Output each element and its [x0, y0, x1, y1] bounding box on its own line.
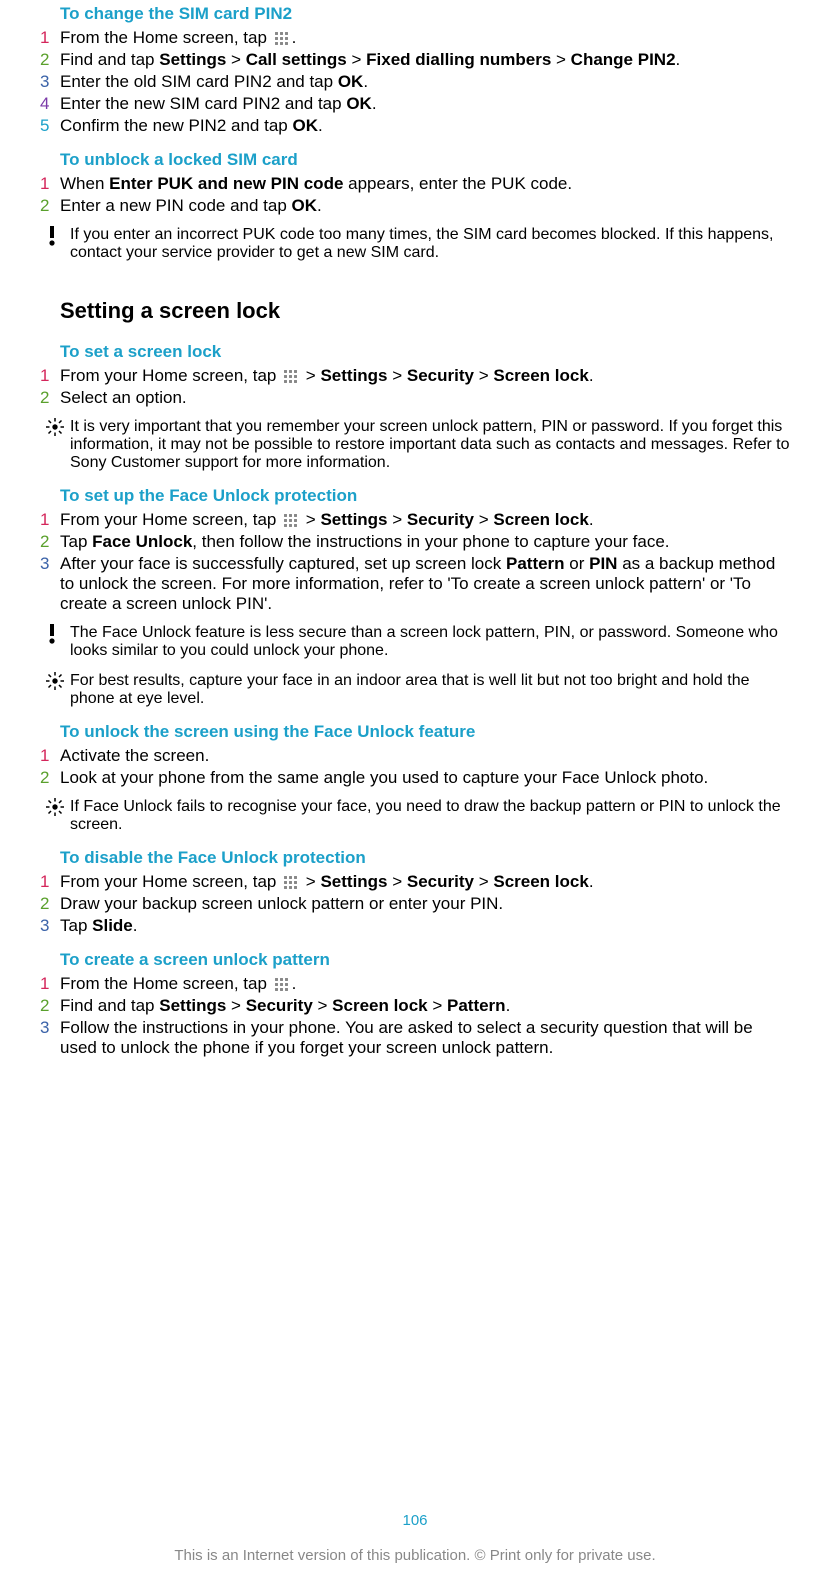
warning-face-unlock: The Face Unlock feature is less secure t…	[40, 624, 790, 660]
step-text: When Enter PUK and new PIN code appears,…	[60, 174, 790, 194]
main-heading: Setting a screen lock	[60, 298, 790, 324]
apps-grid-icon	[283, 513, 299, 529]
step-text: Enter the new SIM card PIN2 and tap OK.	[60, 94, 790, 114]
apps-grid-icon	[283, 369, 299, 385]
tip-text: If Face Unlock fails to recognise your f…	[70, 798, 790, 834]
tip-unlock-face: If Face Unlock fails to recognise your f…	[40, 798, 790, 834]
step-text: Activate the screen.	[60, 746, 790, 766]
step-row: 3Tap Slide.	[40, 916, 790, 936]
step-row: 1When Enter PUK and new PIN code appears…	[40, 174, 790, 194]
step-text: Enter the old SIM card PIN2 and tap OK.	[60, 72, 790, 92]
page-number: 106	[0, 1512, 830, 1529]
step-number: 3	[40, 72, 60, 92]
apps-grid-icon	[283, 875, 299, 891]
step-text: Follow the instructions in your phone. Y…	[60, 1018, 790, 1058]
section-set-screen-lock: To set a screen lock 1From your Home scr…	[40, 342, 790, 472]
step-row: 2Tap Face Unlock, then follow the instru…	[40, 532, 790, 552]
step-row: 3After your face is successfully capture…	[40, 554, 790, 614]
step-text: After your face is successfully captured…	[60, 554, 790, 614]
page-footer: 106 This is an Internet version of this …	[0, 1512, 830, 1564]
step-number: 5	[40, 116, 60, 136]
section-disable-face: To disable the Face Unlock protection 1F…	[40, 848, 790, 936]
warning-text: If you enter an incorrect PUK code too m…	[70, 226, 790, 262]
step-number: 3	[40, 916, 60, 936]
footer-text: This is an Internet version of this publ…	[0, 1547, 830, 1564]
step-row: 2Enter a new PIN code and tap OK.	[40, 196, 790, 216]
heading-change-pin2: To change the SIM card PIN2	[60, 4, 790, 24]
step-text: Tap Slide.	[60, 916, 790, 936]
section-change-pin2: To change the SIM card PIN2 1From the Ho…	[40, 4, 790, 136]
step-row: 2Find and tap Settings > Security > Scre…	[40, 996, 790, 1016]
step-number: 1	[40, 974, 60, 994]
apps-grid-icon	[274, 977, 290, 993]
step-row: 3Enter the old SIM card PIN2 and tap OK.	[40, 72, 790, 92]
heading-set-screen-lock: To set a screen lock	[60, 342, 790, 362]
step-row: 2Draw your backup screen unlock pattern …	[40, 894, 790, 914]
step-number: 2	[40, 532, 60, 552]
step-number: 2	[40, 768, 60, 788]
step-row: 1From the Home screen, tap .	[40, 974, 790, 994]
step-text: Find and tap Settings > Call settings > …	[60, 50, 790, 70]
step-text: From the Home screen, tap .	[60, 28, 790, 48]
step-row: 2Look at your phone from the same angle …	[40, 768, 790, 788]
section-face-unlock: To set up the Face Unlock protection 1Fr…	[40, 486, 790, 708]
heading-unblock-sim: To unblock a locked SIM card	[60, 150, 790, 170]
step-number: 1	[40, 872, 60, 892]
tip-icon	[40, 672, 70, 692]
step-row: 3Follow the instructions in your phone. …	[40, 1018, 790, 1058]
section-unlock-face: To unlock the screen using the Face Unlo…	[40, 722, 790, 834]
step-row: 5Confirm the new PIN2 and tap OK.	[40, 116, 790, 136]
step-number: 2	[40, 388, 60, 408]
tip-icon	[40, 418, 70, 438]
step-row: 2Find and tap Settings > Call settings >…	[40, 50, 790, 70]
warning-text: The Face Unlock feature is less secure t…	[70, 624, 790, 660]
step-text: From the Home screen, tap .	[60, 974, 790, 994]
heading-create-pattern: To create a screen unlock pattern	[60, 950, 790, 970]
section-create-pattern: To create a screen unlock pattern 1From …	[40, 950, 790, 1058]
tip-icon	[40, 798, 70, 818]
step-number: 2	[40, 50, 60, 70]
step-text: Confirm the new PIN2 and tap OK.	[60, 116, 790, 136]
tip-text: It is very important that you remember y…	[70, 418, 790, 472]
heading-unlock-face: To unlock the screen using the Face Unlo…	[60, 722, 790, 742]
step-text: From your Home screen, tap > Settings > …	[60, 366, 790, 386]
step-number: 2	[40, 196, 60, 216]
step-row: 1From your Home screen, tap > Settings >…	[40, 510, 790, 530]
step-row: 1From your Home screen, tap > Settings >…	[40, 366, 790, 386]
step-number: 3	[40, 1018, 60, 1038]
step-text: Tap Face Unlock, then follow the instruc…	[60, 532, 790, 552]
step-number: 1	[40, 28, 60, 48]
step-text: Look at your phone from the same angle y…	[60, 768, 790, 788]
heading-face-unlock: To set up the Face Unlock protection	[60, 486, 790, 506]
document-content: To change the SIM card PIN2 1From the Ho…	[20, 4, 810, 1058]
step-text: Enter a new PIN code and tap OK.	[60, 196, 790, 216]
step-number: 1	[40, 174, 60, 194]
step-row: 4Enter the new SIM card PIN2 and tap OK.	[40, 94, 790, 114]
section-unblock-sim: To unblock a locked SIM card 1When Enter…	[40, 150, 790, 262]
step-row: 2Select an option.	[40, 388, 790, 408]
step-text: Find and tap Settings > Security > Scree…	[60, 996, 790, 1016]
step-number: 1	[40, 510, 60, 530]
apps-grid-icon	[274, 31, 290, 47]
step-number: 1	[40, 746, 60, 766]
warning-icon	[40, 226, 70, 246]
step-number: 1	[40, 366, 60, 386]
step-row: 1From the Home screen, tap .	[40, 28, 790, 48]
warning-unblock-sim: If you enter an incorrect PUK code too m…	[40, 226, 790, 262]
step-text: From your Home screen, tap > Settings > …	[60, 510, 790, 530]
step-number: 4	[40, 94, 60, 114]
step-text: Select an option.	[60, 388, 790, 408]
warning-icon	[40, 624, 70, 644]
step-text: From your Home screen, tap > Settings > …	[60, 872, 790, 892]
step-text: Draw your backup screen unlock pattern o…	[60, 894, 790, 914]
tip-face-unlock: For best results, capture your face in a…	[40, 672, 790, 708]
step-row: 1From your Home screen, tap > Settings >…	[40, 872, 790, 892]
step-number: 2	[40, 996, 60, 1016]
step-number: 3	[40, 554, 60, 574]
step-number: 2	[40, 894, 60, 914]
tip-set-screen-lock: It is very important that you remember y…	[40, 418, 790, 472]
step-row: 1Activate the screen.	[40, 746, 790, 766]
tip-text: For best results, capture your face in a…	[70, 672, 790, 708]
heading-disable-face: To disable the Face Unlock protection	[60, 848, 790, 868]
